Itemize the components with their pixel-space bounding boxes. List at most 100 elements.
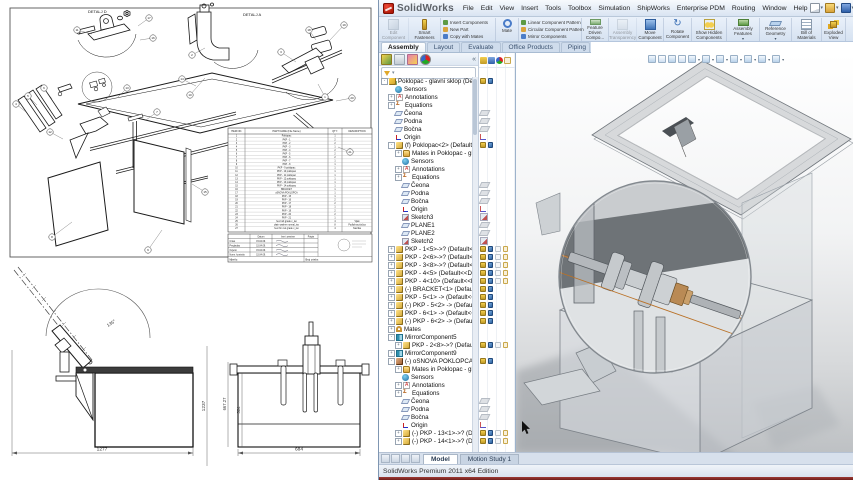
tree-item-bracket-1-default[interactable]: +(-) BRACKET<1> (Default- [379, 285, 473, 293]
configuration-manager-tab[interactable] [407, 54, 418, 65]
tree-item-pkp-2-8-defau[interactable]: +PKP - 2<8>->? (Defau [379, 341, 473, 349]
tab-nav-button[interactable] [411, 454, 420, 463]
property-manager-tab[interactable] [394, 54, 405, 65]
tab-office-products[interactable]: Office Products [502, 42, 560, 52]
expand-icon[interactable]: + [388, 102, 395, 109]
tree-item-mates[interactable]: +Mates [379, 325, 473, 333]
display-mode-column-icon[interactable] [488, 57, 495, 64]
previous-view-icon[interactable] [668, 55, 676, 63]
expand-icon[interactable]: + [388, 350, 395, 357]
expand-icon[interactable]: + [395, 366, 402, 373]
expand-icon[interactable]: + [388, 310, 395, 317]
tree-item-sensors[interactable]: Sensors [379, 85, 473, 93]
tree-scrollbar[interactable] [472, 77, 478, 452]
new-document-icon[interactable]: ▾ [810, 3, 825, 13]
tree-item-poklopac-glavni-sklop-default[interactable]: -Poklopac - glavni sklop (Default- [379, 77, 473, 85]
expand-icon[interactable]: + [395, 382, 402, 389]
tree-item-bo-na[interactable]: Bočna [379, 197, 473, 205]
ribbon-button-mirror-components[interactable]: Mirror Components [521, 33, 579, 40]
display-manager-tab[interactable] [420, 54, 431, 65]
tree-item-bo-na[interactable]: Bočna [379, 413, 473, 421]
menu-tools[interactable]: Tools [545, 5, 561, 12]
menu-file[interactable]: File [463, 5, 474, 12]
expand-icon[interactable]: + [395, 342, 402, 349]
transparency-column-icon[interactable] [504, 57, 511, 64]
edit-appearance-icon[interactable] [730, 55, 738, 63]
expand-icon[interactable]: + [388, 318, 395, 325]
tree-item-sensors[interactable]: Sensors [379, 373, 473, 381]
tree-item-sketch2[interactable]: Sketch2 [379, 237, 473, 245]
ribbon-button-copy-with-mates[interactable]: Copy with Mates [443, 33, 493, 40]
ribbon-button-mate[interactable]: Mate [496, 18, 519, 41]
tree-item-pkp-5-1-default[interactable]: +PKP - 5<1> -> (Default<< [379, 293, 473, 301]
hide-show-items-icon[interactable] [716, 55, 724, 63]
expand-icon[interactable]: + [388, 246, 395, 253]
ribbon-button-show-hidden-components[interactable]: Show Hidden Components [692, 18, 727, 41]
ribbon-button-rotate-component[interactable]: ↻Rotate Component [664, 18, 692, 41]
ribbon-button-bill-of-materials[interactable]: Bill of Materials [792, 18, 822, 41]
tree-item-annotations[interactable]: +Annotations [379, 165, 473, 173]
collapse-icon[interactable]: - [381, 78, 388, 85]
filter-input[interactable] [397, 70, 473, 77]
tree-item-pkp-3-8-default[interactable]: +PKP - 3<8>->? (Default<< [379, 261, 473, 269]
menu-enterprise-pdm[interactable]: Enterprise PDM [677, 5, 725, 12]
tree-item-annotations[interactable]: +Annotations [379, 93, 473, 101]
tree-item-pkp-5-2-default[interactable]: +(-) PKP - 5<2> -> (Default [379, 301, 473, 309]
collapse-icon[interactable]: - [388, 358, 395, 365]
tree-item-origin[interactable]: Origin [379, 205, 473, 213]
tree-item-eona[interactable]: Čeona [379, 397, 473, 405]
expand-icon[interactable]: + [388, 270, 395, 277]
tree-item-pkp-4-10-default-d[interactable]: +PKP - 4<10> (Default<<D [379, 277, 473, 285]
menu-window[interactable]: Window [762, 5, 786, 12]
ribbon-button-assembly-features[interactable]: Assembly Features▾ [727, 18, 760, 41]
tree-item-f-poklopac-2-default-dis[interactable]: -(f) Poklopac<2> (Default<Dis [379, 141, 473, 149]
tree-item-eona[interactable]: Čeona [379, 181, 473, 189]
tab-nav-button[interactable] [381, 454, 390, 463]
tab-layout[interactable]: Layout [427, 42, 461, 52]
tab-piping[interactable]: Piping [561, 42, 590, 52]
expand-icon[interactable]: + [388, 302, 395, 309]
section-view-icon[interactable] [678, 55, 686, 63]
expand-icon[interactable]: + [395, 390, 402, 397]
menu-toolbox[interactable]: Toolbox [568, 5, 591, 12]
tree-item-sketch3[interactable]: Sketch3 [379, 213, 473, 221]
expand-icon[interactable]: + [388, 326, 395, 333]
tree-item-mirrorcomponent9[interactable]: +MirrorComponent9 [379, 349, 473, 357]
tree-item-eona[interactable]: Čeona [379, 109, 473, 117]
expand-icon[interactable]: + [388, 262, 395, 269]
tree-item-pkp-1-5-default[interactable]: +PKP - 1<5>->? (Default<< [379, 245, 473, 253]
tree-item-pkp-2-6-default[interactable]: +PKP - 2<6>->? (Default<< [379, 253, 473, 261]
collapse-icon[interactable]: - [388, 142, 395, 149]
expand-icon[interactable]: + [395, 174, 402, 181]
tree-item-equations[interactable]: +Equations [379, 389, 473, 397]
tree-item-annotations[interactable]: +Annotations [379, 381, 473, 389]
tree-item-osnova-poklopca-1[interactable]: -(-) oSNOVA POKLOPCA<1> ( [379, 357, 473, 365]
tab-evaluate[interactable]: Evaluate [461, 42, 500, 52]
expand-icon[interactable]: + [395, 166, 402, 173]
ribbon-button-move-component[interactable]: Move Component [637, 18, 664, 41]
zoom-fit-icon[interactable] [648, 55, 656, 63]
view-orientation-icon[interactable] [688, 55, 696, 63]
tree-item-podna[interactable]: Podna [379, 189, 473, 197]
tree-item-plane2[interactable]: PLANE2 [379, 229, 473, 237]
ribbon-button-feature-driven-compo[interactable]: Feature Driven Compo... [582, 18, 609, 41]
tree-scrollbar-thumb[interactable] [473, 79, 477, 135]
tree-item-mates-in-poklopac-glavn[interactable]: +Mates in Poklopac - glavn [379, 365, 473, 373]
ribbon-button-insert-components[interactable]: Insert Components [443, 19, 493, 26]
feature-manager-tab[interactable] [381, 54, 392, 65]
graphics-area[interactable]: ▾▾▾▾▾▾▾ [516, 53, 853, 452]
open-folder-icon[interactable]: ▾ [825, 3, 840, 13]
tree-item-equations[interactable]: +Equations [379, 101, 473, 109]
expand-icon[interactable]: + [388, 294, 395, 301]
hide-show-column-icon[interactable] [480, 57, 487, 64]
tree-item-pkp-6-2-default[interactable]: +(-) PKP - 6<2> -> (Default [379, 317, 473, 325]
menu-shipworks[interactable]: ShipWorks [637, 5, 670, 12]
menu-routing[interactable]: Routing [732, 5, 755, 12]
tab-motion-study-1[interactable]: Motion Study 1 [460, 454, 519, 464]
expand-icon[interactable]: + [395, 430, 402, 437]
ribbon-button-assembly-transparency[interactable]: Assembly Transparency [609, 18, 637, 41]
tab-model[interactable]: Model [423, 454, 458, 464]
expand-icon[interactable]: + [395, 150, 402, 157]
ribbon-button-smart-fasteners[interactable]: Smart Fasteners [409, 18, 441, 41]
tree-item-pkp-6-1-default[interactable]: +PKP - 6<1> -> (Default<< [379, 309, 473, 317]
